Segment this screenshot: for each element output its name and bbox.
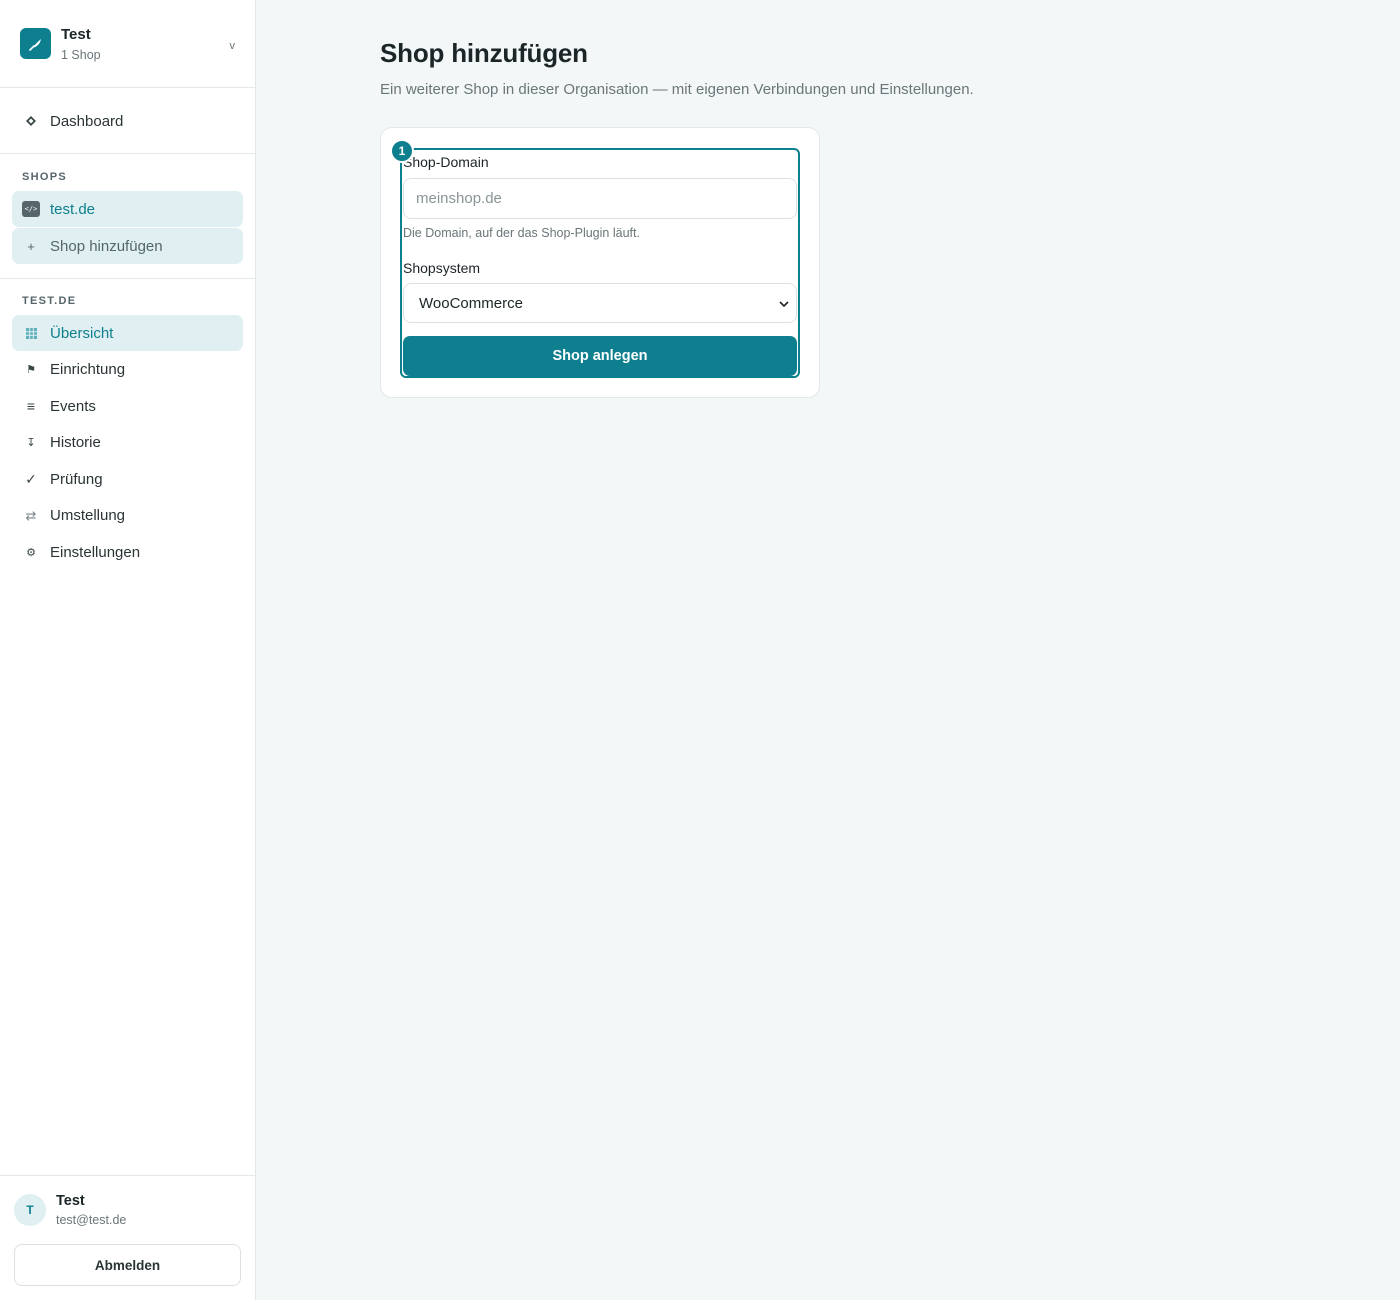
user-email: test@test.de xyxy=(56,1213,127,1227)
sidebar-item-label: Einstellungen xyxy=(50,543,141,561)
org-name: Test xyxy=(61,25,91,43)
user-name: Test xyxy=(56,1193,85,1209)
org-shop-count: 1 Shop xyxy=(61,47,101,62)
sidebar-item-label: Shop hinzufügen xyxy=(50,237,163,255)
sidebar-item-label: Übersicht xyxy=(50,324,114,342)
chevron-down-icon[interactable]: v xyxy=(230,40,236,52)
org-switcher[interactable]: Test 1 Shop v xyxy=(0,0,255,88)
list-icon: ≡ xyxy=(26,398,36,414)
sidebar-item-label: Prüfung xyxy=(50,470,103,488)
grid-icon xyxy=(22,327,40,339)
sidebar-item-label: Einrichtung xyxy=(50,361,126,378)
step-badge: 1 xyxy=(390,139,414,163)
shopsystem-label: Shopsystem xyxy=(403,260,481,276)
sidebar-item-check[interactable]: ✓ Prüfung xyxy=(12,461,243,497)
shopsystem-select[interactable]: WooCommerce xyxy=(403,283,797,323)
sidebar-item-setup[interactable]: ⚑ Einrichtung xyxy=(12,352,243,388)
sidebar: Test 1 Shop v Dashboard SHOPS </> test.d… xyxy=(0,0,256,1300)
domain-input[interactable] xyxy=(403,178,797,219)
shops-section-label: SHOPS xyxy=(22,171,68,183)
sidebar-item-add-shop[interactable]: + Shop hinzufügen xyxy=(12,228,243,264)
sidebar-item-overview[interactable]: Übersicht xyxy=(12,315,243,351)
page-subtitle: Ein weiterer Shop in dieser Organisation… xyxy=(380,81,974,98)
add-shop-card: 1 Shop-Domain Die Domain, auf der das Sh… xyxy=(380,127,820,398)
sidebar-item-label: Events xyxy=(50,397,96,415)
brand-logo-icon xyxy=(20,28,51,59)
sidebar-item-shop-test-de[interactable]: </> test.de xyxy=(12,191,243,227)
sidebar-item-label: test.de xyxy=(50,200,96,218)
sidebar-item-events[interactable]: ≡ Events xyxy=(12,388,243,424)
shopsystem-selected-value: WooCommerce xyxy=(419,294,523,312)
sidebar-item-label: Umstellung xyxy=(50,507,126,524)
create-shop-button[interactable]: Shop anlegen xyxy=(403,336,797,376)
check-icon: ✓ xyxy=(25,470,37,487)
domain-hint: Die Domain, auf der das Shop-Plugin läuf… xyxy=(403,226,640,240)
sidebar-item-label: Historie xyxy=(50,434,101,451)
page-title: Shop hinzufügen xyxy=(380,38,588,68)
swap-icon: ⇄ xyxy=(25,507,37,523)
sidebar-item-dashboard[interactable]: Dashboard xyxy=(12,103,243,139)
gear-icon: ⚙ xyxy=(26,546,36,559)
domain-label: Shop-Domain xyxy=(403,154,489,170)
pin-icon: ↧ xyxy=(26,437,36,449)
avatar: T xyxy=(14,1194,46,1226)
sidebar-item-settings[interactable]: ⚙ Einstellungen xyxy=(12,534,243,570)
diamond-icon xyxy=(22,116,40,126)
sidebar-item-history[interactable]: ↧ Historie xyxy=(12,425,243,461)
user-panel: T Test test@test.de Abmelden xyxy=(0,1175,255,1300)
sidebar-item-migration[interactable]: ⇄ Umstellung xyxy=(12,498,243,534)
chevron-down-icon xyxy=(778,297,790,314)
flag-icon: ⚑ xyxy=(26,364,36,376)
main-content: Shop hinzufügen Ein weiterer Shop in die… xyxy=(256,0,1400,1300)
sidebar-item-label: Dashboard xyxy=(50,112,124,130)
add-shop-form: Shop-Domain Die Domain, auf der das Shop… xyxy=(400,148,800,378)
plus-icon: + xyxy=(27,238,35,254)
shop-section-label: TEST.DE xyxy=(22,295,77,307)
logout-button[interactable]: Abmelden xyxy=(14,1244,241,1286)
code-icon: </> xyxy=(22,201,40,217)
